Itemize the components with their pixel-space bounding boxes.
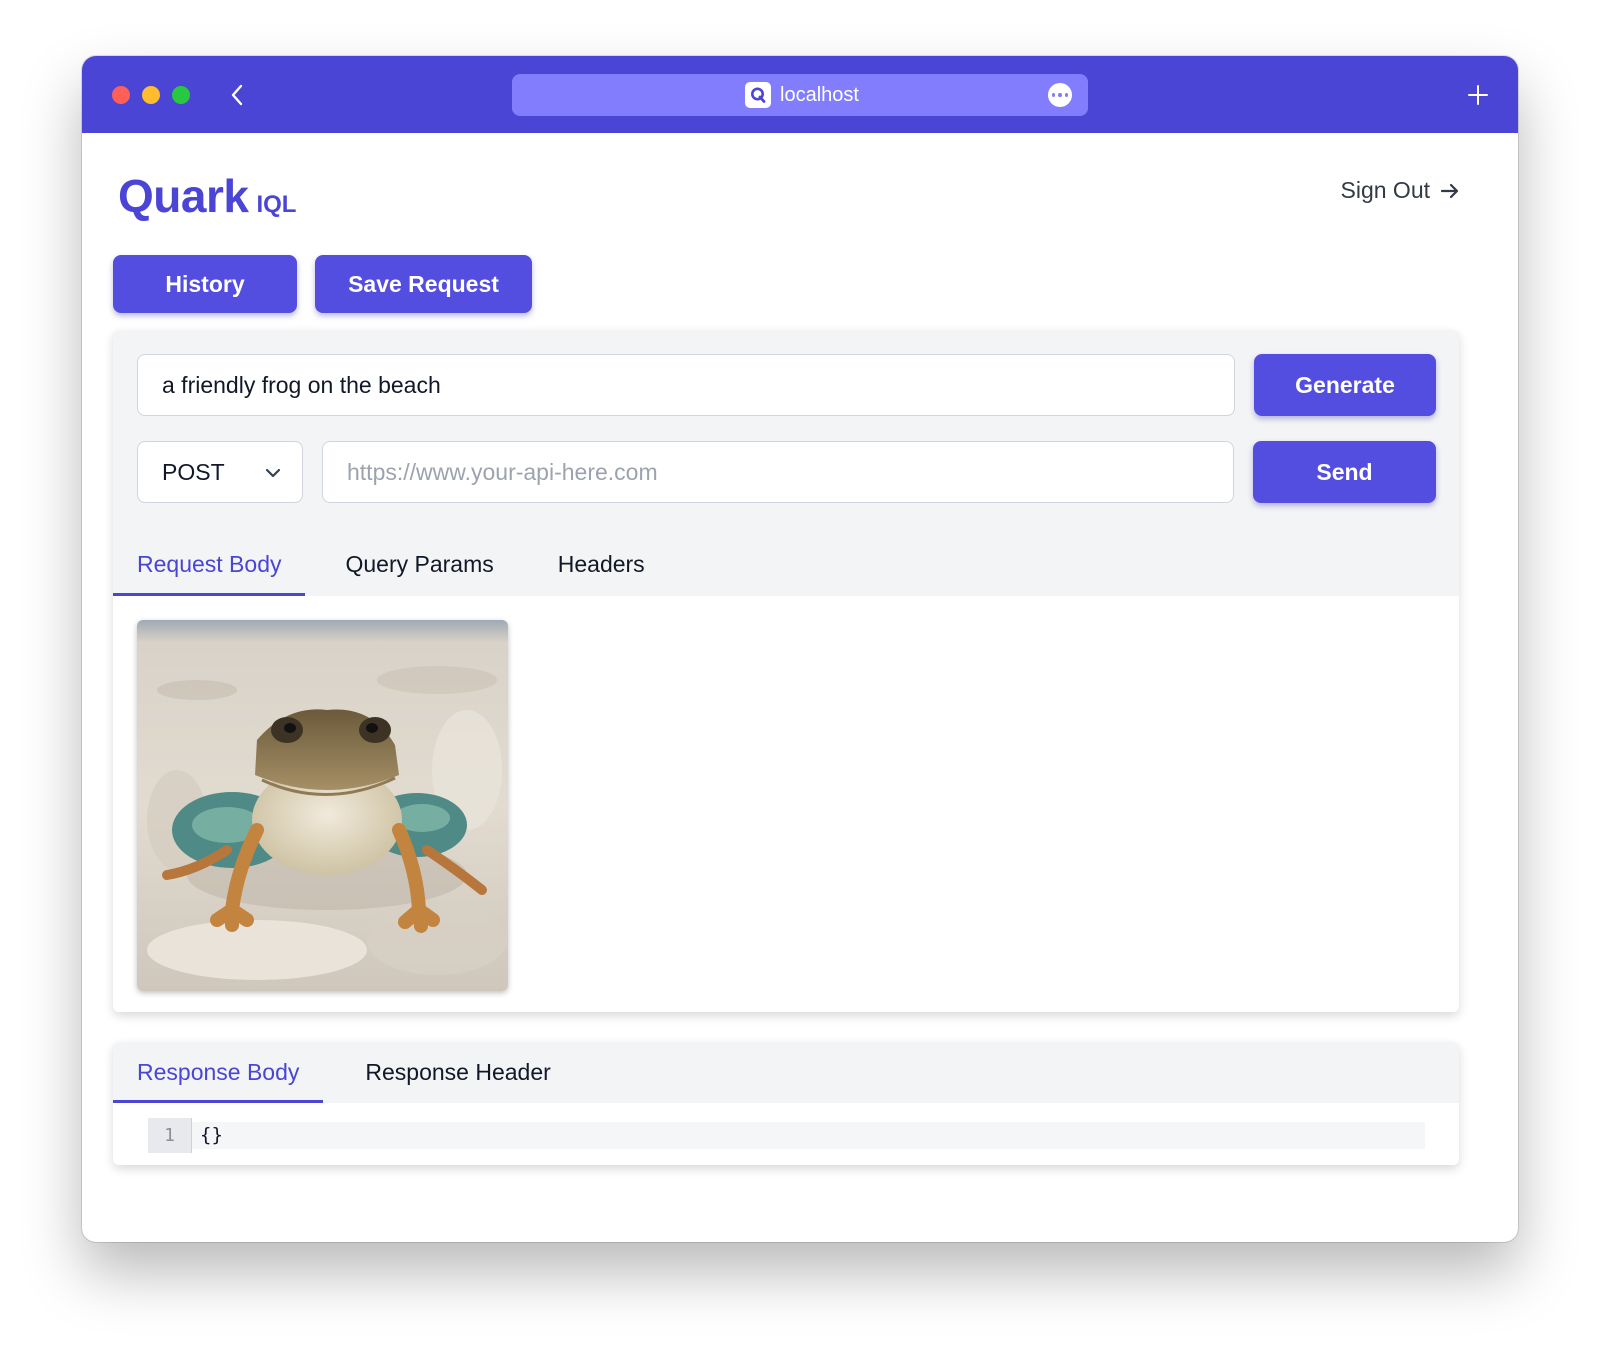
back-chevron-icon[interactable] — [224, 81, 252, 109]
history-button[interactable]: History — [113, 255, 297, 313]
logo-sub-text: IQL — [256, 191, 297, 218]
send-button[interactable]: Send — [1253, 441, 1436, 503]
address-bar[interactable]: localhost — [512, 74, 1088, 116]
response-code-text: {} — [200, 1124, 223, 1146]
more-icon[interactable] — [1048, 83, 1072, 107]
maximize-window-button[interactable] — [172, 86, 190, 104]
tab-response-body[interactable]: Response Body — [113, 1042, 324, 1103]
method-value: POST — [162, 459, 225, 485]
method-select[interactable]: POST — [137, 441, 303, 503]
tab-response-header[interactable]: Response Header — [341, 1042, 574, 1103]
arrow-right-icon — [1440, 183, 1459, 198]
app-logo: Quark IQL — [118, 169, 296, 223]
browser-titlebar: localhost — [82, 56, 1518, 133]
save-request-button[interactable]: Save Request — [315, 255, 532, 313]
request-body-panel — [113, 596, 1459, 1012]
api-url-input[interactable]: https://www.your-api-here.com — [322, 441, 1234, 503]
response-tabs: Response Body Response Header — [113, 1042, 1459, 1103]
plus-icon[interactable] — [1466, 83, 1490, 107]
page-content: Quark IQL Sign Out History Save Request a… — [82, 133, 1518, 1242]
prompt-input[interactable]: a friendly frog on the beach — [137, 354, 1235, 416]
address-text: localhost — [780, 84, 859, 106]
tab-headers[interactable]: Headers — [534, 540, 669, 596]
minimize-window-button[interactable] — [142, 86, 160, 104]
tab-query-params[interactable]: Query Params — [321, 540, 517, 596]
response-code-editor[interactable]: 1 {} — [148, 1118, 1425, 1153]
close-window-button[interactable] — [112, 86, 130, 104]
generated-frog-image — [137, 620, 508, 991]
sign-out-label: Sign Out — [1340, 177, 1431, 203]
site-q-icon — [745, 82, 771, 108]
generate-button[interactable]: Generate — [1254, 354, 1436, 416]
line-number: 1 — [148, 1118, 192, 1153]
response-card: Response Body Response Header 1 {} — [113, 1042, 1459, 1165]
request-tabs: Request Body Query Params Headers — [113, 540, 669, 596]
tab-request-body[interactable]: Request Body — [113, 540, 306, 596]
chevron-down-icon — [265, 468, 281, 478]
request-card: a friendly frog on the beach Generate PO… — [113, 330, 1459, 1012]
logo-main-text: Quark — [118, 170, 249, 222]
sign-out-button[interactable]: Sign Out — [1341, 177, 1461, 204]
browser-window: localhost Quark IQL Sign Out History Save… — [82, 56, 1518, 1242]
